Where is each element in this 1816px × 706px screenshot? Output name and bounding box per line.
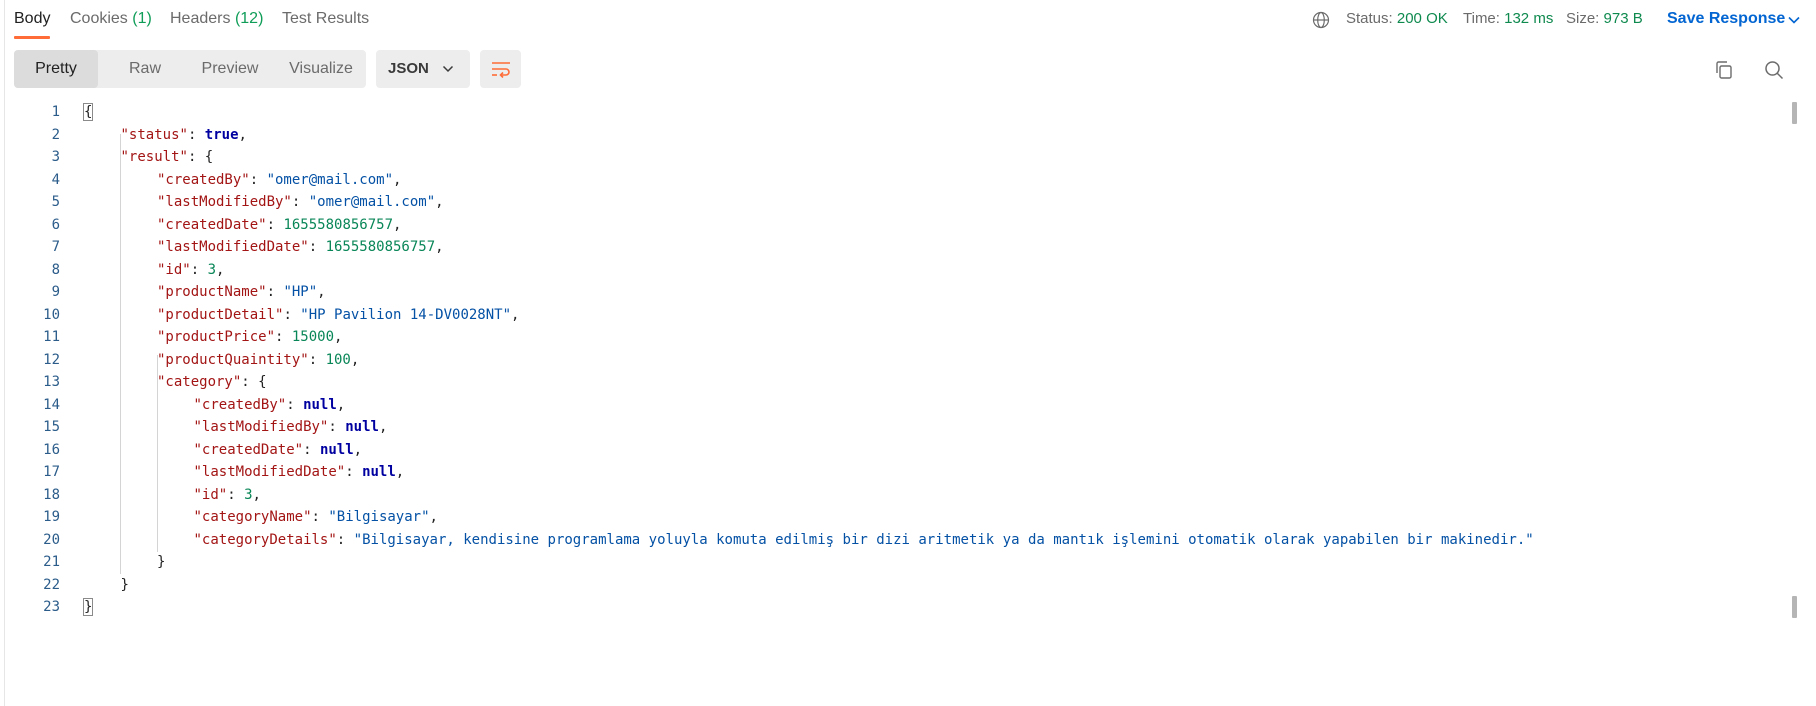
code-text: { bbox=[82, 103, 94, 121]
code-text: "createdDate": null, bbox=[193, 441, 363, 458]
active-tab-indicator bbox=[14, 36, 50, 39]
code-text: "productPrice": 15000, bbox=[157, 329, 343, 345]
status-value: 200 OK bbox=[1396, 10, 1448, 27]
format-select[interactable]: JSON bbox=[376, 50, 470, 88]
response-tabbar: Body Cookies (1) Headers (12) Test Resul… bbox=[0, 0, 1816, 40]
indent-guide bbox=[120, 134, 121, 574]
line-number: 18 bbox=[43, 486, 60, 503]
line-number: 4 bbox=[51, 171, 60, 188]
code-text: "createdDate": 1655580856757, bbox=[157, 216, 402, 233]
view-mode-tabs: Pretty Raw Preview Visualize bbox=[14, 50, 366, 88]
globe-icon[interactable] bbox=[1312, 11, 1330, 29]
line-number: 7 bbox=[51, 239, 60, 255]
code-text: "id": 3, bbox=[193, 486, 261, 503]
code-text: "lastModifiedDate": null, bbox=[193, 464, 405, 480]
line-number: 10 bbox=[43, 306, 60, 323]
code-text: "lastModifiedDate": 1655580856757, bbox=[157, 239, 444, 255]
line-number: 6 bbox=[51, 216, 60, 233]
view-tab-preview[interactable]: Preview bbox=[188, 50, 272, 88]
search-icon[interactable] bbox=[1764, 60, 1784, 80]
code-text: "createdBy": "omer@mail.com", bbox=[157, 171, 402, 188]
chevron-down-icon bbox=[442, 65, 454, 73]
time-value: 132 ms bbox=[1504, 10, 1554, 27]
code-text: } bbox=[82, 598, 94, 616]
tab-headers[interactable]: Headers (12) bbox=[170, 10, 263, 28]
code-text: "productQuaintity": 100, bbox=[157, 351, 360, 368]
code-text: "categoryName": "Bilgisayar", bbox=[193, 509, 438, 525]
line-number: 15 bbox=[43, 419, 60, 435]
chevron-down-icon[interactable] bbox=[1787, 13, 1801, 27]
response-time[interactable]: Time: 132 ms bbox=[1463, 10, 1553, 27]
response-status[interactable]: Status: 200 OK bbox=[1346, 10, 1448, 27]
code-text: "status": true, bbox=[120, 126, 247, 143]
line-number: 8 bbox=[51, 261, 60, 278]
code-text: "productName": "HP", bbox=[157, 284, 326, 300]
view-tab-raw[interactable]: Raw bbox=[102, 50, 188, 88]
code-text: "categoryDetails": "Bilgisayar, kendisin… bbox=[193, 531, 1534, 548]
json-response-editor[interactable]: 1 {2 "status": true, 3 "result": { 4 "createdB… bbox=[0, 101, 1790, 621]
tab-test-results-label: Test Results bbox=[282, 10, 370, 27]
code-text: } bbox=[157, 554, 166, 570]
vertical-scrollbar-thumb[interactable] bbox=[1792, 102, 1797, 124]
view-tab-visualize[interactable]: Visualize bbox=[276, 50, 366, 88]
tab-headers-count: (12) bbox=[234, 10, 264, 27]
save-response-button[interactable]: Save Response bbox=[1667, 10, 1785, 28]
time-label: Time: bbox=[1463, 10, 1500, 27]
wrap-lines-icon bbox=[492, 62, 510, 78]
line-number: 12 bbox=[43, 351, 60, 368]
code-text: "productDetail": "HP Pavilion 14-DV0028N… bbox=[157, 306, 520, 323]
line-number: 2 bbox=[51, 126, 60, 143]
line-number: 13 bbox=[43, 374, 60, 390]
copy-icon[interactable] bbox=[1714, 60, 1734, 80]
vertical-scrollbar-marker[interactable] bbox=[1792, 596, 1797, 618]
tab-cookies-count: (1) bbox=[132, 10, 152, 27]
tab-body-label: Body bbox=[14, 10, 51, 27]
tab-cookies-label: Cookies bbox=[70, 10, 128, 27]
line-number: 9 bbox=[51, 284, 60, 300]
tab-headers-label: Headers bbox=[170, 10, 231, 27]
line-number: 11 bbox=[43, 329, 60, 345]
line-number: 23 bbox=[43, 599, 60, 615]
line-number: 1 bbox=[51, 104, 60, 120]
line-number: 3 bbox=[51, 149, 60, 165]
tab-test-results[interactable]: Test Results bbox=[282, 10, 369, 28]
line-number: 5 bbox=[51, 194, 60, 210]
tab-cookies[interactable]: Cookies (1) bbox=[70, 10, 152, 28]
code-text: "category": { bbox=[157, 374, 267, 390]
code-text: "createdBy": null, bbox=[193, 396, 346, 413]
format-select-value: JSON bbox=[388, 60, 429, 77]
wrap-lines-button[interactable] bbox=[480, 50, 521, 88]
code-text: } bbox=[120, 576, 129, 593]
view-tab-pretty[interactable]: Pretty bbox=[14, 50, 98, 88]
code-text: "id": 3, bbox=[157, 261, 225, 278]
line-number: 21 bbox=[43, 554, 60, 570]
code-text: "lastModifiedBy": null, bbox=[193, 419, 388, 435]
line-number: 16 bbox=[43, 441, 60, 458]
response-size[interactable]: Size: 973 B bbox=[1566, 10, 1643, 27]
code-text: "result": { bbox=[120, 149, 214, 165]
line-number: 17 bbox=[43, 464, 60, 480]
size-value: 973 B bbox=[1603, 10, 1643, 27]
line-number: 14 bbox=[43, 396, 60, 413]
status-label: Status: bbox=[1346, 10, 1393, 27]
line-number: 19 bbox=[43, 509, 60, 525]
line-number: 22 bbox=[43, 576, 60, 593]
code-text: "lastModifiedBy": "omer@mail.com", bbox=[157, 194, 444, 210]
size-label: Size: bbox=[1566, 10, 1600, 27]
line-number: 20 bbox=[43, 531, 60, 548]
tab-body[interactable]: Body bbox=[14, 10, 50, 28]
